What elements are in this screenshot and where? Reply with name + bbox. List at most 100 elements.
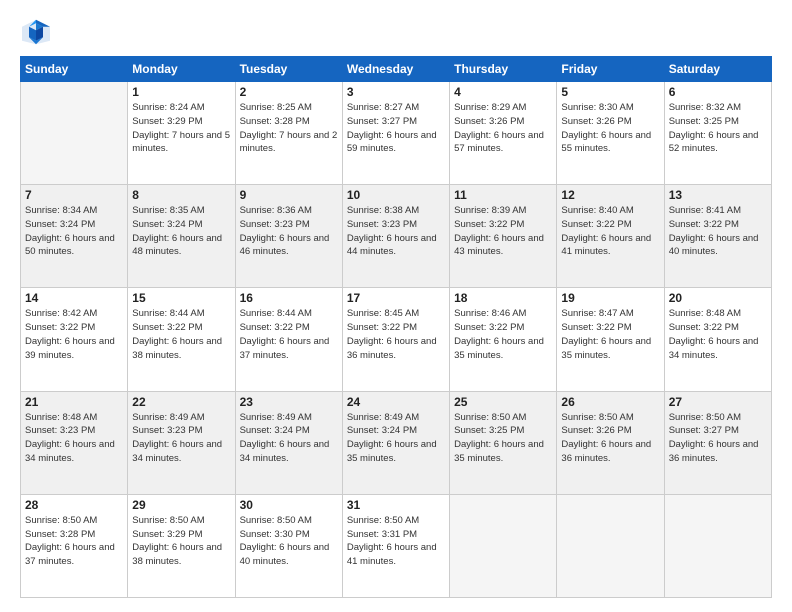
cell-details: Sunrise: 8:50 AMSunset: 3:29 PMDaylight:… <box>132 514 230 569</box>
cell-details: Sunrise: 8:29 AMSunset: 3:26 PMDaylight:… <box>454 101 552 156</box>
day-number: 31 <box>347 498 445 512</box>
day-number: 14 <box>25 291 123 305</box>
cell-details: Sunrise: 8:50 AMSunset: 3:25 PMDaylight:… <box>454 411 552 466</box>
cell-details: Sunrise: 8:49 AMSunset: 3:24 PMDaylight:… <box>240 411 338 466</box>
day-number: 2 <box>240 85 338 99</box>
calendar-cell: 15Sunrise: 8:44 AMSunset: 3:22 PMDayligh… <box>128 288 235 391</box>
cell-details: Sunrise: 8:35 AMSunset: 3:24 PMDaylight:… <box>132 204 230 259</box>
calendar-cell: 11 Sunrise: 8:39 AMSunset: 3:22 PMDayligh… <box>450 185 557 288</box>
day-number: 1 <box>132 85 230 99</box>
cell-details: Sunrise: 8:36 AMSunset: 3:23 PMDaylight:… <box>240 204 338 259</box>
cell-details: Sunrise: 8:25 AMSunset: 3:28 PMDaylight:… <box>240 101 338 156</box>
cell-details: Sunrise: 8:44 AMSunset: 3:22 PMDaylight:… <box>240 307 338 362</box>
calendar-cell: 9Sunrise: 8:36 AMSunset: 3:23 PMDaylight… <box>235 185 342 288</box>
calendar-cell: 5 Sunrise: 8:30 AMSunset: 3:26 PMDaylight… <box>557 82 664 185</box>
calendar-cell: 30 Sunrise: 8:50 AMSunset: 3:30 PMDayligh… <box>235 494 342 597</box>
day-number: 6 <box>669 85 767 99</box>
calendar-cell: 13 Sunrise: 8:41 AMSunset: 3:22 PMDayligh… <box>664 185 771 288</box>
cell-details: Sunrise: 8:47 AMSunset: 3:22 PMDaylight:… <box>561 307 659 362</box>
calendar-cell: 22 Sunrise: 8:49 AMSunset: 3:23 PMDayligh… <box>128 391 235 494</box>
calendar-cell: 4 Sunrise: 8:29 AMSunset: 3:26 PMDaylight… <box>450 82 557 185</box>
cell-details: Sunrise: 8:39 AMSunset: 3:22 PMDaylight:… <box>454 204 552 259</box>
calendar-header-wednesday: Wednesday <box>342 57 449 82</box>
cell-details: Sunrise: 8:34 AMSunset: 3:24 PMDaylight:… <box>25 204 123 259</box>
day-number: 24 <box>347 395 445 409</box>
calendar-cell: 16Sunrise: 8:44 AMSunset: 3:22 PMDayligh… <box>235 288 342 391</box>
calendar-cell <box>664 494 771 597</box>
calendar-cell <box>21 82 128 185</box>
calendar-cell: 24 Sunrise: 8:49 AMSunset: 3:24 PMDayligh… <box>342 391 449 494</box>
calendar-cell: 8 Sunrise: 8:35 AMSunset: 3:24 PMDaylight… <box>128 185 235 288</box>
calendar-cell: 1 Sunrise: 8:24 AMSunset: 3:29 PMDaylight… <box>128 82 235 185</box>
day-number: 5 <box>561 85 659 99</box>
cell-details: Sunrise: 8:42 AMSunset: 3:22 PMDaylight:… <box>25 307 123 362</box>
cell-details: Sunrise: 8:30 AMSunset: 3:26 PMDaylight:… <box>561 101 659 156</box>
cell-details: Sunrise: 8:44 AMSunset: 3:22 PMDaylight:… <box>132 307 230 362</box>
cell-details: Sunrise: 8:32 AMSunset: 3:25 PMDaylight:… <box>669 101 767 156</box>
calendar-week-row: 7 Sunrise: 8:34 AMSunset: 3:24 PMDaylight… <box>21 185 772 288</box>
page: SundayMondayTuesdayWednesdayThursdayFrid… <box>0 0 792 612</box>
calendar-week-row: 1 Sunrise: 8:24 AMSunset: 3:29 PMDaylight… <box>21 82 772 185</box>
day-number: 11 <box>454 188 552 202</box>
day-number: 29 <box>132 498 230 512</box>
day-number: 10 <box>347 188 445 202</box>
calendar-header-saturday: Saturday <box>664 57 771 82</box>
day-number: 26 <box>561 395 659 409</box>
day-number: 23 <box>240 395 338 409</box>
cell-details: Sunrise: 8:38 AMSunset: 3:23 PMDaylight:… <box>347 204 445 259</box>
cell-details: Sunrise: 8:48 AMSunset: 3:22 PMDaylight:… <box>669 307 767 362</box>
day-number: 25 <box>454 395 552 409</box>
calendar-cell: 12 Sunrise: 8:40 AMSunset: 3:22 PMDayligh… <box>557 185 664 288</box>
calendar-header-tuesday: Tuesday <box>235 57 342 82</box>
day-number: 12 <box>561 188 659 202</box>
cell-details: Sunrise: 8:50 AMSunset: 3:30 PMDaylight:… <box>240 514 338 569</box>
calendar-header-monday: Monday <box>128 57 235 82</box>
logo <box>20 18 56 46</box>
calendar-cell: 2 Sunrise: 8:25 AMSunset: 3:28 PMDaylight… <box>235 82 342 185</box>
day-number: 7 <box>25 188 123 202</box>
calendar-cell: 31 Sunrise: 8:50 AMSunset: 3:31 PMDayligh… <box>342 494 449 597</box>
day-number: 30 <box>240 498 338 512</box>
calendar-cell: 28 Sunrise: 8:50 AMSunset: 3:28 PMDayligh… <box>21 494 128 597</box>
cell-details: Sunrise: 8:40 AMSunset: 3:22 PMDaylight:… <box>561 204 659 259</box>
calendar-cell: 7 Sunrise: 8:34 AMSunset: 3:24 PMDaylight… <box>21 185 128 288</box>
calendar-week-row: 14 Sunrise: 8:42 AMSunset: 3:22 PMDayligh… <box>21 288 772 391</box>
cell-details: Sunrise: 8:45 AMSunset: 3:22 PMDaylight:… <box>347 307 445 362</box>
cell-details: Sunrise: 8:41 AMSunset: 3:22 PMDaylight:… <box>669 204 767 259</box>
calendar-cell <box>450 494 557 597</box>
cell-details: Sunrise: 8:49 AMSunset: 3:23 PMDaylight:… <box>132 411 230 466</box>
calendar-cell: 29 Sunrise: 8:50 AMSunset: 3:29 PMDayligh… <box>128 494 235 597</box>
day-number: 27 <box>669 395 767 409</box>
calendar-header-thursday: Thursday <box>450 57 557 82</box>
cell-details: Sunrise: 8:46 AMSunset: 3:22 PMDaylight:… <box>454 307 552 362</box>
cell-details: Sunrise: 8:27 AMSunset: 3:27 PMDaylight:… <box>347 101 445 156</box>
calendar-cell: 3 Sunrise: 8:27 AMSunset: 3:27 PMDaylight… <box>342 82 449 185</box>
day-number: 22 <box>132 395 230 409</box>
calendar-cell: 26 Sunrise: 8:50 AMSunset: 3:26 PMDayligh… <box>557 391 664 494</box>
day-number: 18 <box>454 291 552 305</box>
calendar-cell: 25 Sunrise: 8:50 AMSunset: 3:25 PMDayligh… <box>450 391 557 494</box>
day-number: 13 <box>669 188 767 202</box>
cell-details: Sunrise: 8:50 AMSunset: 3:27 PMDaylight:… <box>669 411 767 466</box>
calendar-cell: 10 Sunrise: 8:38 AMSunset: 3:23 PMDayligh… <box>342 185 449 288</box>
calendar-cell: 27 Sunrise: 8:50 AMSunset: 3:27 PMDayligh… <box>664 391 771 494</box>
calendar-week-row: 21Sunrise: 8:48 AMSunset: 3:23 PMDayligh… <box>21 391 772 494</box>
calendar-table: SundayMondayTuesdayWednesdayThursdayFrid… <box>20 56 772 598</box>
logo-icon <box>20 18 52 46</box>
day-number: 21 <box>25 395 123 409</box>
day-number: 8 <box>132 188 230 202</box>
calendar-header-friday: Friday <box>557 57 664 82</box>
calendar-cell: 23 Sunrise: 8:49 AMSunset: 3:24 PMDayligh… <box>235 391 342 494</box>
calendar-cell: 20Sunrise: 8:48 AMSunset: 3:22 PMDayligh… <box>664 288 771 391</box>
cell-details: Sunrise: 8:24 AMSunset: 3:29 PMDaylight:… <box>132 101 230 156</box>
cell-details: Sunrise: 8:50 AMSunset: 3:31 PMDaylight:… <box>347 514 445 569</box>
cell-details: Sunrise: 8:49 AMSunset: 3:24 PMDaylight:… <box>347 411 445 466</box>
calendar-cell: 21Sunrise: 8:48 AMSunset: 3:23 PMDayligh… <box>21 391 128 494</box>
day-number: 3 <box>347 85 445 99</box>
day-number: 4 <box>454 85 552 99</box>
calendar-cell: 6 Sunrise: 8:32 AMSunset: 3:25 PMDaylight… <box>664 82 771 185</box>
day-number: 17 <box>347 291 445 305</box>
day-number: 28 <box>25 498 123 512</box>
cell-details: Sunrise: 8:50 AMSunset: 3:26 PMDaylight:… <box>561 411 659 466</box>
cell-details: Sunrise: 8:50 AMSunset: 3:28 PMDaylight:… <box>25 514 123 569</box>
